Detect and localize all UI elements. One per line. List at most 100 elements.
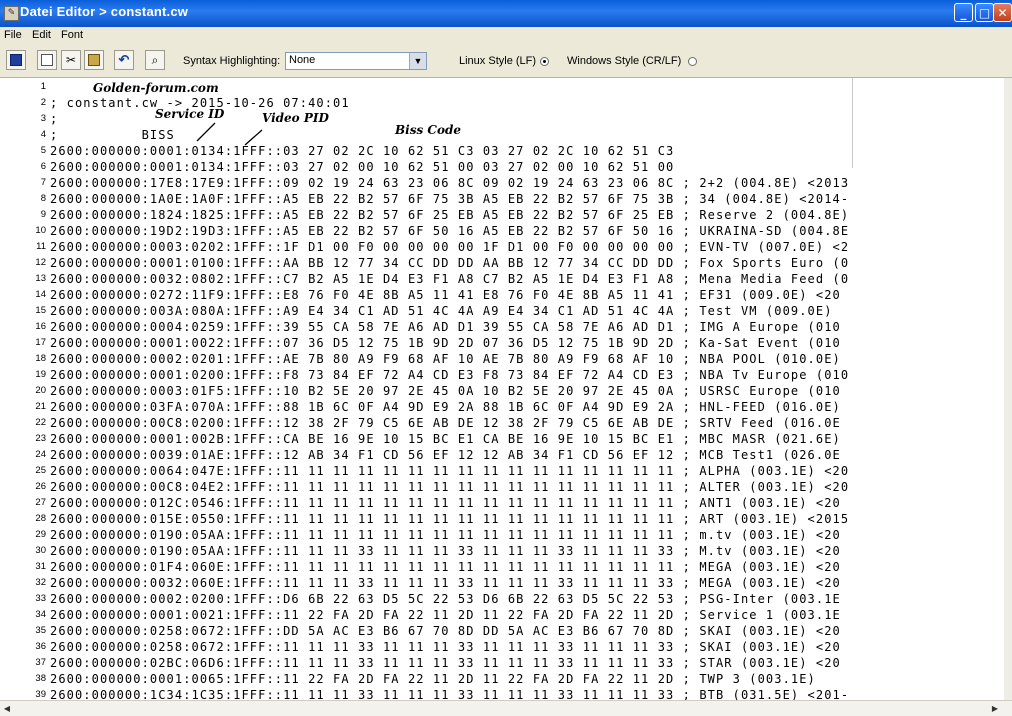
code-line[interactable]: 2600:000000:03FA:070A:1FFF::88 1B 6C 0F … — [50, 399, 841, 415]
line-number: 26 — [35, 481, 46, 492]
code-line[interactable]: 2600:000000:0001:0021:1FFF::11 22 FA 2D … — [50, 607, 841, 623]
windows-style-radio[interactable] — [688, 57, 697, 66]
code-line[interactable]: 2600:000000:0003:0202:1FFF::1F D1 00 F0 … — [50, 239, 849, 255]
code-line[interactable]: 2600:000000:0039:01AE:1FFF::12 AB 34 F1 … — [50, 447, 841, 463]
code-line[interactable]: 2600:000000:0064:047E:1FFF::11 11 11 11 … — [50, 463, 849, 479]
syntax-highlighting-select[interactable]: None ▼ — [285, 52, 427, 70]
line-number: 24 — [35, 449, 46, 460]
copy-button[interactable] — [37, 50, 57, 70]
code-line[interactable]: 2600:000000:1A0E:1A0F:1FFF::A5 EB 22 B2 … — [50, 191, 849, 207]
text-editor[interactable]: 1 2 3 4 5 6 7 8 9 10 11 12 13 14 15 16 17 18 19 20 21 22 23 24 2… — [0, 78, 1004, 700]
line-number: 8 — [40, 193, 46, 204]
paste-button[interactable] — [84, 50, 104, 70]
code-line[interactable]: 2600:000000:0004:0259:1FFF::39 55 CA 58 … — [50, 319, 841, 335]
window-title: Datei Editor > constant.cw — [20, 4, 189, 19]
line-number: 36 — [35, 641, 46, 652]
find-icon: ⌕ — [151, 53, 159, 67]
toolbar: ✂ ↶ ⌕ Syntax Highlighting: Linux Style (… — [0, 45, 1012, 78]
line-number: 16 — [35, 321, 46, 332]
horizontal-scrollbar[interactable]: ◀ ▶ — [0, 700, 1012, 716]
menu-font[interactable]: Font — [61, 29, 83, 41]
code-line[interactable]: 2600:000000:0190:05AA:1FFF::11 11 11 11 … — [50, 527, 841, 543]
line-number: 13 — [35, 273, 46, 284]
code-line[interactable]: 2600:000000:1824:1825:1FFF::A5 EB 22 B2 … — [50, 207, 849, 223]
code-line[interactable]: 2600:000000:0001:0022:1FFF::07 36 D5 12 … — [50, 335, 841, 351]
margin-guide — [852, 78, 853, 168]
code-line[interactable]: 2600:000000:00C8:04E2:1FFF::11 11 11 11 … — [50, 479, 849, 495]
line-number: 39 — [35, 689, 46, 700]
scroll-right-icon[interactable]: ▶ — [988, 702, 1002, 715]
close-button[interactable]: ✕ — [993, 3, 1012, 22]
code-line[interactable]: 2600:000000:0003:01F5:1FFF::10 B2 5E 20 … — [50, 383, 841, 399]
menu-bar: File Edit Font — [0, 27, 1012, 45]
line-number: 9 — [40, 209, 46, 220]
save-icon — [10, 54, 22, 66]
menu-file[interactable]: File — [4, 29, 22, 41]
code-line[interactable]: 2600:000000:1C34:1C35:1FFF::11 11 11 33 … — [50, 687, 849, 700]
save-button[interactable] — [6, 50, 26, 70]
code-line[interactable]: 2600:000000:003A:080A:1FFF::A9 E4 34 C1 … — [50, 303, 833, 319]
video-pid-arrow — [244, 129, 263, 146]
syntax-highlighting-label: Syntax Highlighting: — [183, 55, 281, 67]
line-number: 18 — [35, 353, 46, 364]
code-line[interactable]: 2600:000000:0001:002B:1FFF::CA BE 16 9E … — [50, 431, 841, 447]
line-number: 23 — [35, 433, 46, 444]
biss-code-annotation: Biss Code — [395, 123, 461, 137]
scroll-left-icon[interactable]: ◀ — [0, 702, 14, 715]
syntax-highlighting-value: None — [289, 54, 316, 66]
code-line[interactable]: 2600:000000:0258:0672:1FFF::11 11 11 33 … — [50, 639, 841, 655]
line-number: 38 — [35, 673, 46, 684]
line-number: 35 — [35, 625, 46, 636]
line-number: 20 — [35, 385, 46, 396]
line-number: 25 — [35, 465, 46, 476]
code-line[interactable]: 2600:000000:012C:0546:1FFF::11 11 11 11 … — [50, 495, 841, 511]
line-number: 28 — [35, 513, 46, 524]
code-line[interactable]: 2600:000000:0032:060E:1FFF::11 11 11 33 … — [50, 575, 841, 591]
code-line[interactable]: 2600:000000:19D2:19D3:1FFF::A5 EB 22 B2 … — [50, 223, 849, 239]
line-number: 6 — [40, 161, 46, 172]
app-icon: ✎ — [4, 6, 19, 21]
code-line[interactable]: 2600:000000:0002:0200:1FFF::D6 6B 22 63 … — [50, 591, 841, 607]
code-line[interactable]: 2600:000000:0001:0065:1FFF::11 22 FA 2D … — [50, 671, 816, 687]
line-number: 17 — [35, 337, 46, 348]
annotation-arrows — [196, 122, 263, 146]
code-line[interactable]: 2600:000000:0272:11F9:1FFF::E8 76 F0 4E … — [50, 287, 841, 303]
code-line[interactable]: 2600:000000:02BC:06D6:1FFF::11 11 11 33 … — [50, 655, 841, 671]
line-number: 11 — [36, 241, 46, 252]
line-number: 37 — [35, 657, 46, 668]
cut-icon: ✂ — [65, 53, 77, 67]
line-number-gutter: 1 2 3 4 5 6 7 8 9 10 11 12 13 14 15 16 17 18 19 20 21 22 23 24 2… — [0, 78, 48, 700]
code-line[interactable]: 2600:000000:0002:0201:1FFF::AE 7B 80 A9 … — [50, 351, 841, 367]
line-number: 10 — [35, 225, 46, 236]
code-line[interactable]: 2600:000000:0190:05AA:1FFF::11 11 11 33 … — [50, 543, 841, 559]
title-bar: ✎ Datei Editor > constant.cw _ □ ✕ — [0, 0, 1012, 27]
code-line[interactable]: 2600:000000:0001:0200:1FFF::F8 73 84 EF … — [50, 367, 849, 383]
line-number: 31 — [35, 561, 46, 572]
windows-style-label: Windows Style (CR/LF) — [567, 55, 682, 67]
find-button[interactable]: ⌕ — [145, 50, 165, 70]
linux-style-radio[interactable] — [540, 57, 549, 66]
chevron-down-icon[interactable]: ▼ — [409, 53, 426, 69]
line-number: 14 — [35, 289, 46, 300]
line-number: 32 — [35, 577, 46, 588]
minimize-button[interactable]: _ — [954, 3, 973, 22]
code-line[interactable]: 2600:000000:0001:0100:1FFF::AA BB 12 77 … — [50, 255, 849, 271]
code-line[interactable]: 2600:000000:00C8:0200:1FFF::12 38 2F 79 … — [50, 415, 841, 431]
line-number: 33 — [35, 593, 46, 604]
line-number: 27 — [35, 497, 46, 508]
line-number: 19 — [35, 369, 46, 380]
menu-edit[interactable]: Edit — [32, 29, 51, 41]
paste-icon — [88, 54, 100, 66]
cut-button[interactable]: ✂ — [61, 50, 81, 70]
code-line[interactable]: 2600:000000:0032:0802:1FFF::C7 B2 A5 1E … — [50, 271, 849, 287]
code-line[interactable]: 2600:000000:01F4:060E:1FFF::11 11 11 11 … — [50, 559, 841, 575]
undo-button[interactable]: ↶ — [114, 50, 134, 70]
code-line[interactable]: 2600:000000:0258:0672:1FFF::DD 5A AC E3 … — [50, 623, 841, 639]
vertical-scrollbar[interactable] — [1004, 78, 1012, 700]
code-line[interactable]: 2600:000000:0001:0134:1FFF::03 27 02 00 … — [50, 159, 674, 175]
maximize-button[interactable]: □ — [975, 3, 994, 22]
code-line[interactable]: 2600:000000:015E:0550:1FFF::11 11 11 11 … — [50, 511, 849, 527]
line-number: 29 — [35, 529, 46, 540]
code-line[interactable]: 2600:000000:17E8:17E9:1FFF::09 02 19 24 … — [50, 175, 849, 191]
copy-icon — [41, 54, 53, 66]
